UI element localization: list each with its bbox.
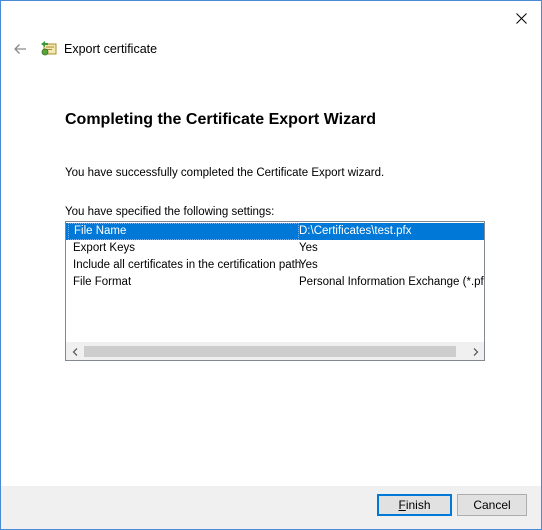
setting-name: Include all certificates in the certific… bbox=[73, 259, 302, 271]
list-item[interactable]: File Name D:\Certificates\test.pfx bbox=[66, 223, 484, 240]
button-bar: Finish Cancel bbox=[1, 486, 541, 529]
close-button[interactable] bbox=[510, 7, 532, 29]
finish-mnemonic: F bbox=[398, 498, 406, 512]
certificate-icon bbox=[40, 40, 58, 58]
horizontal-scrollbar[interactable] bbox=[66, 342, 484, 360]
scrollbar-thumb[interactable] bbox=[84, 346, 456, 357]
settings-list[interactable]: File Name D:\Certificates\test.pfx Expor… bbox=[65, 221, 485, 361]
back-button[interactable] bbox=[11, 40, 29, 58]
setting-value: Personal Information Exchange (*.pfx) bbox=[299, 276, 485, 288]
close-icon bbox=[515, 12, 527, 24]
setting-value: Yes bbox=[299, 242, 318, 254]
finish-button[interactable]: Finish bbox=[377, 494, 452, 516]
setting-value: Yes bbox=[299, 259, 318, 271]
chevron-left-icon bbox=[72, 347, 77, 356]
success-message: You have successfully completed the Cert… bbox=[65, 167, 385, 179]
page-title: Completing the Certificate Export Wizard bbox=[65, 111, 376, 128]
back-arrow-icon bbox=[14, 44, 26, 54]
setting-name: File Name bbox=[68, 223, 299, 240]
setting-value: D:\Certificates\test.pfx bbox=[299, 225, 412, 237]
list-item[interactable]: File Format Personal Information Exchang… bbox=[66, 274, 484, 291]
export-certificate-window: Export certificate Completing the Certif… bbox=[0, 0, 542, 530]
cancel-button[interactable]: Cancel bbox=[457, 494, 527, 516]
scroll-left-button[interactable] bbox=[66, 343, 83, 360]
finish-label: inish bbox=[405, 498, 431, 512]
list-item[interactable]: Include all certificates in the certific… bbox=[66, 257, 484, 274]
list-item[interactable]: Export Keys Yes bbox=[66, 240, 484, 257]
scroll-right-button[interactable] bbox=[467, 343, 484, 360]
setting-name: File Format bbox=[73, 276, 132, 288]
wizard-header: Export certificate bbox=[11, 38, 157, 60]
setting-name: Export Keys bbox=[73, 242, 135, 254]
chevron-right-icon bbox=[473, 347, 478, 356]
settings-label: You have specified the following setting… bbox=[65, 206, 275, 218]
wizard-title: Export certificate bbox=[64, 42, 158, 56]
